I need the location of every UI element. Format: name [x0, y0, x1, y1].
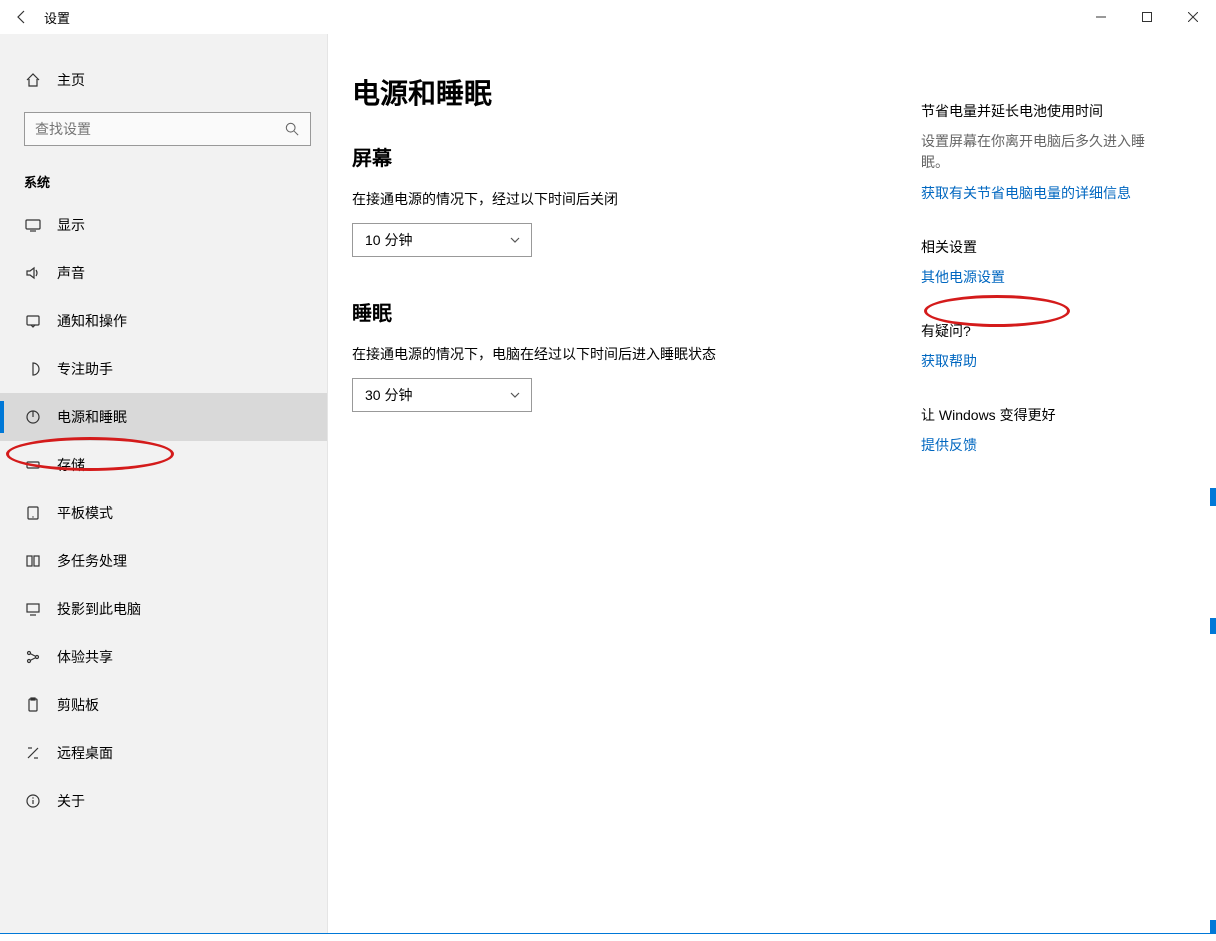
- back-button[interactable]: [0, 0, 44, 34]
- sidebar-item-about[interactable]: 关于: [0, 777, 327, 825]
- sidebar: 主页 系统 显示 声音 通知和操作: [0, 34, 328, 933]
- rail-feedback-heading: 让 Windows 变得更好: [921, 405, 1151, 425]
- home-icon: [24, 72, 42, 88]
- sidebar-category: 系统: [0, 156, 327, 201]
- edge-marker: [1210, 920, 1216, 934]
- screen-heading: 屏幕: [352, 142, 912, 171]
- projecting-icon: [24, 601, 42, 617]
- about-icon: [24, 793, 42, 809]
- sidebar-item-label: 剪贴板: [57, 695, 99, 715]
- sidebar-item-label: 平板模式: [57, 503, 113, 523]
- sleep-timeout-value: 30 分钟: [365, 385, 412, 405]
- focus-icon: [24, 361, 42, 377]
- sidebar-item-label: 通知和操作: [57, 311, 127, 331]
- storage-icon: [24, 457, 42, 473]
- edge-marker: [1210, 488, 1216, 506]
- rail-feedback-link[interactable]: 提供反馈: [921, 435, 1151, 455]
- rail-related-link[interactable]: 其他电源设置: [921, 267, 1151, 287]
- sidebar-item-focus[interactable]: 专注助手: [0, 345, 327, 393]
- power-icon: [24, 409, 42, 425]
- sidebar-item-sound[interactable]: 声音: [0, 249, 327, 297]
- sleep-heading: 睡眠: [352, 297, 912, 326]
- sidebar-home[interactable]: 主页: [0, 58, 327, 102]
- sidebar-home-label: 主页: [57, 70, 85, 90]
- sidebar-item-label: 关于: [57, 791, 85, 811]
- rail-related-heading: 相关设置: [921, 237, 1151, 257]
- display-icon: [24, 217, 42, 233]
- multitasking-icon: [24, 553, 42, 569]
- chevron-down-icon: [509, 234, 521, 246]
- rail-save-heading: 节省电量并延长电池使用时间: [921, 101, 1151, 121]
- sidebar-item-remote[interactable]: 远程桌面: [0, 729, 327, 777]
- rail-save-link[interactable]: 获取有关节省电脑电量的详细信息: [921, 183, 1151, 203]
- titlebar: 设置: [0, 0, 1216, 34]
- sidebar-item-tablet[interactable]: 平板模式: [0, 489, 327, 537]
- sleep-timeout-select[interactable]: 30 分钟: [352, 378, 532, 412]
- sidebar-item-storage[interactable]: 存储: [0, 441, 327, 489]
- sidebar-item-label: 电源和睡眠: [57, 407, 127, 427]
- clipboard-icon: [24, 697, 42, 713]
- sidebar-item-label: 远程桌面: [57, 743, 113, 763]
- sidebar-item-shared[interactable]: 体验共享: [0, 633, 327, 681]
- screen-desc: 在接通电源的情况下，经过以下时间后关闭: [352, 189, 912, 209]
- sidebar-item-label: 体验共享: [57, 647, 113, 667]
- tablet-icon: [24, 505, 42, 521]
- sidebar-item-label: 投影到此电脑: [57, 599, 141, 619]
- sidebar-item-multitasking[interactable]: 多任务处理: [0, 537, 327, 585]
- sidebar-item-power-sleep[interactable]: 电源和睡眠: [0, 393, 327, 441]
- minimize-button[interactable]: [1078, 0, 1124, 34]
- rail-question-link[interactable]: 获取帮助: [921, 351, 1151, 371]
- sidebar-item-label: 多任务处理: [57, 551, 127, 571]
- close-button[interactable]: [1170, 0, 1216, 34]
- sidebar-item-projecting[interactable]: 投影到此电脑: [0, 585, 327, 633]
- search-icon: [285, 122, 299, 136]
- sidebar-item-display[interactable]: 显示: [0, 201, 327, 249]
- sidebar-item-label: 显示: [57, 215, 85, 235]
- search-input[interactable]: [24, 112, 311, 146]
- sidebar-item-label: 存储: [57, 455, 85, 475]
- maximize-button[interactable]: [1124, 0, 1170, 34]
- screen-timeout-select[interactable]: 10 分钟: [352, 223, 532, 257]
- remote-icon: [24, 745, 42, 761]
- sidebar-item-notifications[interactable]: 通知和操作: [0, 297, 327, 345]
- sidebar-item-label: 专注助手: [57, 359, 113, 379]
- sleep-desc: 在接通电源的情况下，电脑在经过以下时间后进入睡眠状态: [352, 344, 912, 364]
- right-rail: 节省电量并延长电池使用时间 设置屏幕在你离开电脑后多久进入睡眠。 获取有关节省电…: [921, 101, 1151, 489]
- rail-question-heading: 有疑问?: [921, 321, 1151, 341]
- page-title: 电源和睡眠: [352, 72, 912, 112]
- edge-marker: [1210, 618, 1216, 634]
- notification-icon: [24, 313, 42, 329]
- sound-icon: [24, 265, 42, 281]
- window-title: 设置: [44, 8, 70, 27]
- rail-save-text: 设置屏幕在你离开电脑后多久进入睡眠。: [921, 131, 1151, 173]
- shared-icon: [24, 649, 42, 665]
- content: 电源和睡眠 屏幕 在接通电源的情况下，经过以下时间后关闭 10 分钟 睡眠 在接…: [328, 34, 1216, 933]
- chevron-down-icon: [509, 389, 521, 401]
- sidebar-item-label: 声音: [57, 263, 85, 283]
- screen-timeout-value: 10 分钟: [365, 230, 412, 250]
- sidebar-item-clipboard[interactable]: 剪贴板: [0, 681, 327, 729]
